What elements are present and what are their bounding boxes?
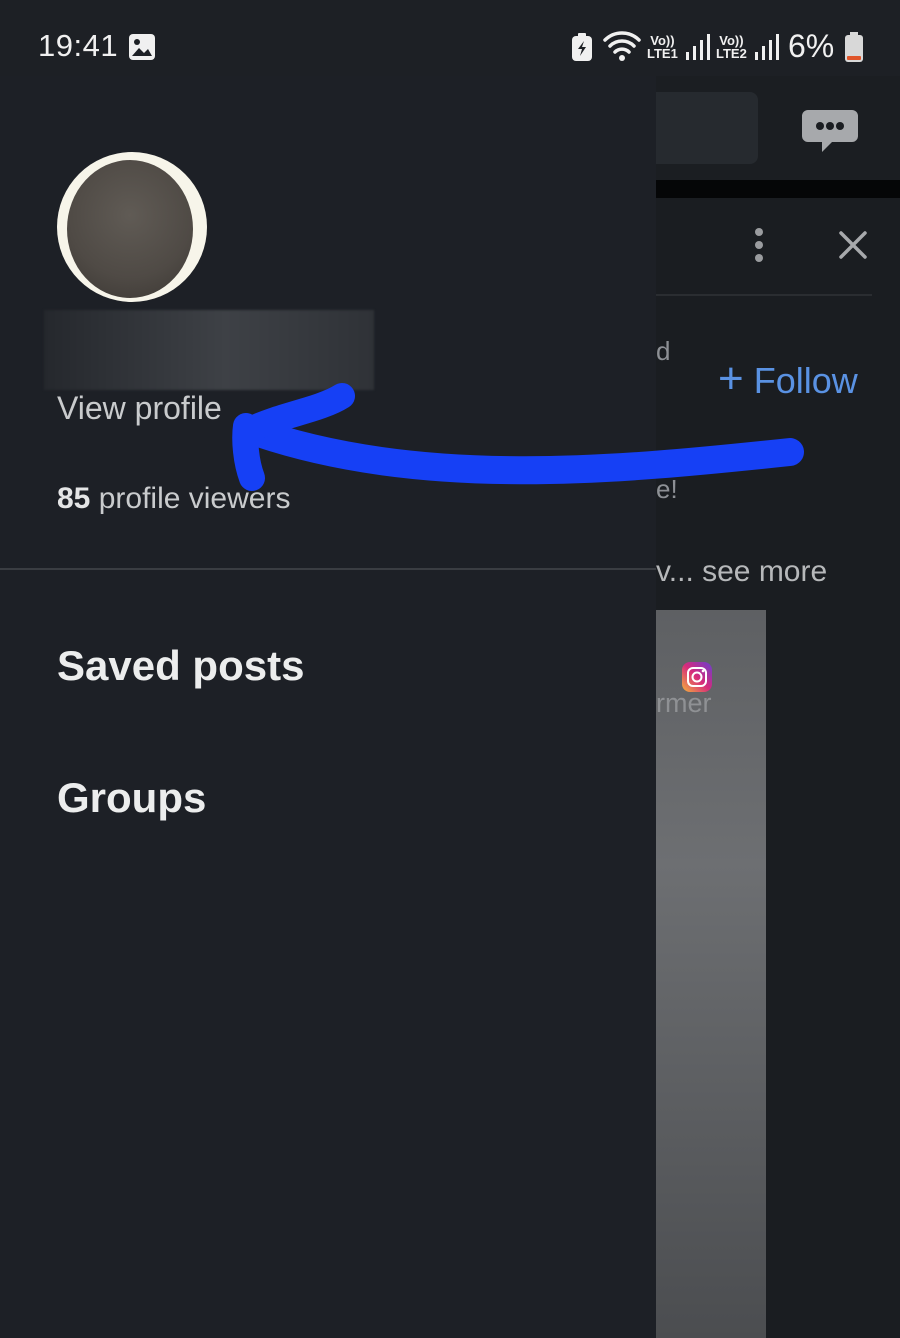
sim2-label: Vo)) LTE2 xyxy=(716,33,747,61)
feed-divider xyxy=(656,294,872,296)
feed-post-image[interactable] xyxy=(656,610,766,1338)
battery-icon xyxy=(844,32,864,62)
follow-button[interactable]: + Follow xyxy=(718,354,858,404)
profile-viewers-count: 85 xyxy=(57,482,91,515)
messages-icon[interactable] xyxy=(802,106,858,154)
nav-item-saved-posts[interactable]: Saved posts xyxy=(57,642,304,690)
close-icon[interactable] xyxy=(838,230,868,260)
sim1-label: Vo)) LTE1 xyxy=(647,33,678,61)
signal-icon xyxy=(755,34,779,60)
nav-item-groups[interactable]: Groups xyxy=(57,774,206,822)
feed-text-fragment: d xyxy=(656,336,671,366)
plus-icon: + xyxy=(718,354,744,403)
follow-label: Follow xyxy=(753,360,858,401)
view-profile-link[interactable]: View profile xyxy=(57,390,222,427)
signal-icon xyxy=(686,34,710,60)
feed-text-fragment-2: e! xyxy=(656,474,678,504)
battery-percent: 6% xyxy=(788,28,835,64)
gallery-icon xyxy=(128,33,156,61)
feed-separator xyxy=(656,180,900,198)
profile-name-redacted xyxy=(44,310,374,390)
status-time: 19:41 xyxy=(38,28,119,63)
drawer-divider xyxy=(0,568,656,570)
profile-viewers[interactable]: 85 profile viewers xyxy=(57,482,290,516)
see-more-link[interactable]: v... see more xyxy=(656,555,827,589)
feed-image-text: rmer xyxy=(656,688,712,718)
wifi-icon xyxy=(603,30,641,62)
search-bar[interactable] xyxy=(656,92,758,164)
battery-saver-icon xyxy=(571,33,593,61)
avatar[interactable] xyxy=(67,160,193,298)
profile-viewers-label: profile viewers xyxy=(98,482,291,515)
more-vertical-icon[interactable] xyxy=(752,228,766,264)
